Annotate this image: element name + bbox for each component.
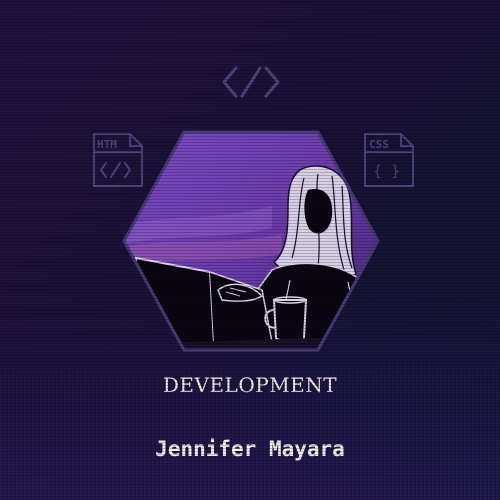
code-brackets-icon — [222, 66, 280, 98]
card-title: DEVELOPMENT — [162, 373, 338, 397]
author-name: Jennifer Mayara — [155, 437, 345, 461]
developer-illustration — [122, 130, 380, 352]
html-file-label: HTM — [97, 138, 117, 151]
